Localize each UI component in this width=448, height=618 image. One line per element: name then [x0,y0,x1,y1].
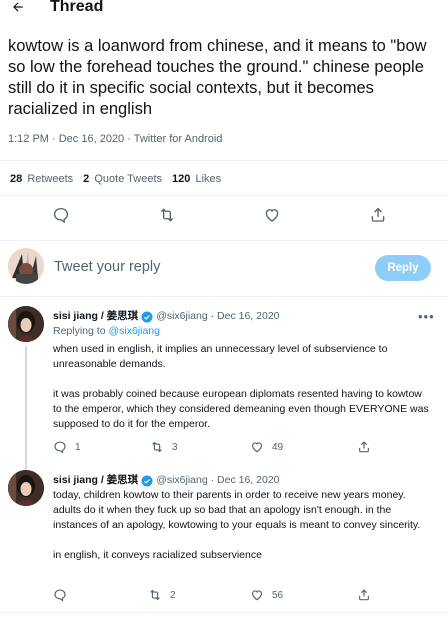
divider [0,240,448,241]
retweet-icon [150,589,160,601]
user-avatar[interactable] [8,248,44,284]
main-tweet-actions [0,206,448,228]
author-handle-date[interactable]: @six6jiang · Dec 16, 2020 [156,310,279,323]
reply-action[interactable] [53,588,75,602]
reply-button[interactable]: Reply [375,255,431,281]
retweet-action[interactable]: 2 [148,588,176,602]
tweet-actions: 2 56 [0,588,448,604]
tweet-text: when used in english, it implies an unne… [53,342,433,432]
like-count: 49 [272,441,284,453]
page-title: Thread [50,0,104,15]
replying-to-link[interactable]: @six6jiang [108,325,160,337]
author-avatar[interactable] [8,306,44,342]
avatar-image [8,470,44,506]
tweet-paragraph: when used in english, it implies an unne… [53,343,388,370]
more-options-icon[interactable]: ••• [418,310,435,323]
avatar-image [8,306,44,342]
reply-composer: Tweet your reply Reply [0,248,448,290]
retweet-count: 2 [170,589,176,601]
like-heart-icon [252,590,262,601]
author-name[interactable]: sisi jiang / 姜思琪 [53,474,138,487]
author-avatar[interactable] [8,470,44,506]
tweet-paragraph: today, children kowtow to their parents … [53,489,421,531]
thread-header: Thread [0,0,448,20]
main-tweet-text: kowtow is a loanword from chinese, and i… [8,37,427,118]
retweet-icon[interactable] [158,206,176,224]
author-name[interactable]: sisi jiang / 姜思琪 [53,310,138,323]
like-heart-icon[interactable] [263,206,281,224]
avatar-image [8,248,44,284]
divider [0,160,448,161]
divider [0,195,448,196]
reply-icon [54,441,66,454]
share-action[interactable] [357,588,379,602]
divider [0,296,448,297]
tweet-header: sisi jiang / 姜思琪 @six6jiang · Dec 16, 20… [53,310,280,323]
reply-action[interactable]: 1 [53,440,81,454]
like-heart-icon [252,442,262,453]
replying-to: Replying to @six6jiang [53,325,160,337]
thread-line [25,346,27,484]
divider [0,612,448,613]
retweet-count: 3 [172,441,178,453]
reply-icon[interactable] [52,206,70,224]
share-icon[interactable] [369,206,387,224]
share-icon [359,441,369,453]
retweets-stat[interactable]: 28 Retweets [10,173,73,185]
like-action[interactable]: 49 [250,440,283,454]
reply-count: 1 [75,441,81,453]
tweet-actions: 1 3 49 [0,440,448,456]
quote-tweets-stat[interactable]: 2 Quote Tweets [83,173,162,185]
verified-badge-icon [141,475,153,486]
back-arrow-icon[interactable] [10,0,26,14]
author-handle-date[interactable]: @six6jiang · Dec 16, 2020 [156,474,279,487]
retweet-icon [152,441,162,453]
like-count: 56 [272,589,284,601]
tweet-paragraph: it was probably coined because european … [53,388,429,430]
share-action[interactable] [357,440,379,454]
main-tweet-meta: 1:12 PM · Dec 16, 2020 · Twitter for And… [8,133,223,145]
share-icon [359,589,369,601]
like-action[interactable]: 56 [250,588,283,602]
retweet-action[interactable]: 3 [150,440,178,454]
tweet-paragraph: in english, it conveys racialized subser… [53,549,262,561]
verified-badge-icon [141,311,153,322]
tweet-text: today, children kowtow to their parents … [53,488,433,563]
reply-input[interactable]: Tweet your reply [54,259,160,275]
reply-icon [54,589,66,602]
tweet-stats: 28 Retweets 2 Quote Tweets 120 Likes [10,173,221,185]
likes-stat[interactable]: 120 Likes [172,173,221,185]
tweet-header: sisi jiang / 姜思琪 @six6jiang · Dec 16, 20… [53,474,280,487]
